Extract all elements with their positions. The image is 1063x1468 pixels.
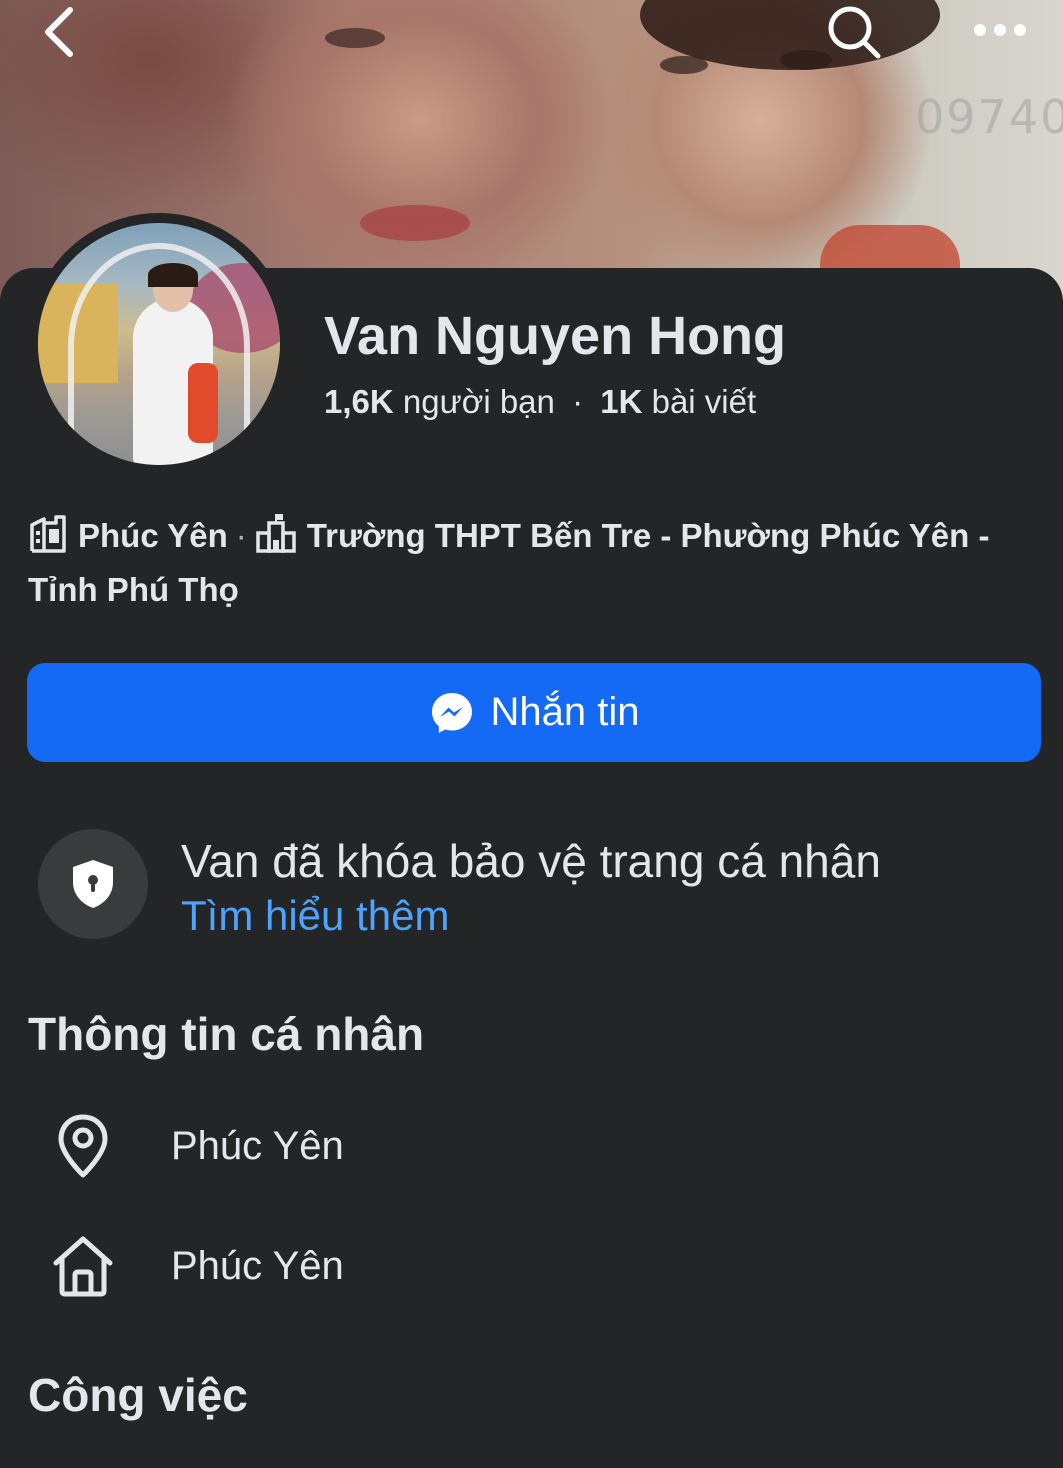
- search-icon: [828, 6, 881, 59]
- intro-line: Phúc Yên · Trường THPT Bến Tre - Phường P…: [28, 512, 1028, 614]
- cover-detail: [325, 28, 385, 48]
- shield-lock-icon: [73, 860, 113, 908]
- avatar[interactable]: [38, 223, 280, 465]
- message-button[interactable]: Nhắn tin: [27, 663, 1041, 762]
- home-icon: [50, 1233, 116, 1299]
- location-pin-icon: [50, 1113, 116, 1179]
- personal-info-title: Thông tin cá nhân: [28, 1008, 425, 1060]
- intro-city: Phúc Yên: [78, 517, 228, 554]
- hometown-text: Phúc Yên: [171, 1243, 344, 1288]
- personal-info-item: Phúc Yên: [50, 1106, 750, 1186]
- work-title: Công việc: [28, 1369, 248, 1421]
- city-icon: [28, 513, 68, 566]
- cover-detail: [660, 56, 708, 74]
- profile-stats: 1,6K người bạn · 1K bài viết: [324, 383, 756, 421]
- more-options-button[interactable]: [970, 10, 1030, 50]
- search-button[interactable]: [824, 2, 884, 60]
- profile-name: Van Nguyen Hong: [324, 306, 787, 366]
- posts-label: bài viết: [651, 383, 757, 420]
- personal-info-item: Phúc Yên: [50, 1226, 750, 1306]
- intro-school: Trường THPT Bến Tre - Phường Phúc Yên -: [306, 517, 990, 554]
- chevron-left-icon: [45, 7, 73, 57]
- back-button[interactable]: [36, 4, 86, 60]
- avatar-detail: [188, 363, 218, 443]
- message-button-label: Nhắn tin: [490, 690, 640, 734]
- cover-detail: [360, 205, 470, 241]
- intro-school-province: Tỉnh Phú Thọ: [28, 571, 239, 608]
- intro-separator: ·: [235, 517, 247, 554]
- messenger-icon: [431, 692, 472, 733]
- lock-notice-title: Van đã khóa bảo vệ trang cá nhân: [181, 835, 881, 887]
- learn-more-link[interactable]: Tìm hiểu thêm: [181, 892, 449, 940]
- more-horizontal-icon: [974, 24, 1026, 36]
- friends-count[interactable]: 1,6K: [324, 383, 394, 420]
- location-text: Phúc Yên: [171, 1123, 344, 1168]
- stats-separator: ·: [572, 383, 584, 420]
- friends-label[interactable]: người bạn: [403, 383, 555, 420]
- lock-notice-icon-circle: [38, 829, 148, 939]
- posts-count: 1K: [600, 383, 643, 420]
- avatar-detail: [148, 263, 198, 287]
- cover-sign-text: 0974097: [915, 90, 1063, 144]
- school-icon: [255, 513, 297, 566]
